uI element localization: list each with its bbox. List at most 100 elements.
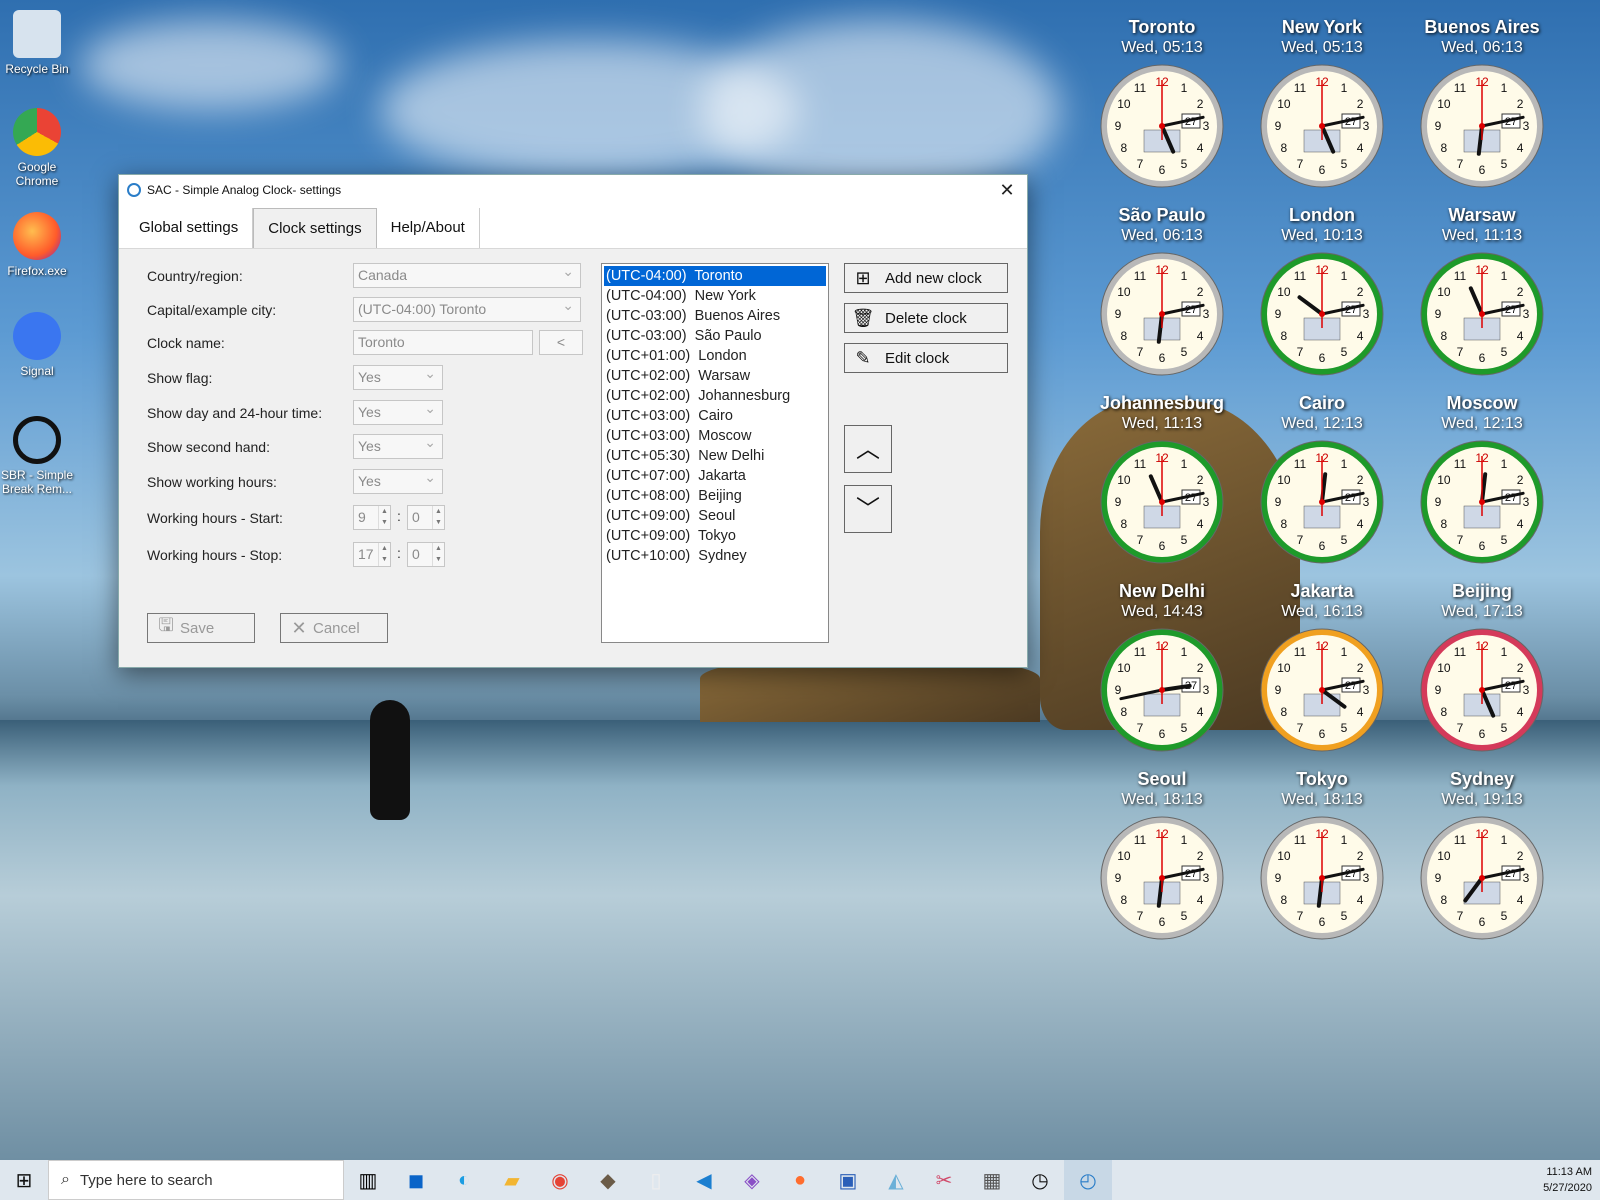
clock-list-item[interactable]: (UTC-03:00) São Paulo [604, 326, 826, 346]
stop-row: Working hours - Stop: [147, 542, 353, 568]
world-clock[interactable]: Seoul Wed, 18:13 1 2 3 4 5 6 7 8 9 10 11 12 27 [1092, 768, 1232, 942]
save-label: Save [180, 619, 215, 637]
move-up-button[interactable]: ︿ [844, 425, 892, 473]
svg-text:8: 8 [1441, 517, 1448, 531]
clock-list-item[interactable]: (UTC+10:00) Sydney [604, 546, 826, 566]
vscode-icon[interactable]: ◀ [680, 1160, 728, 1200]
clock-list-item[interactable]: (UTC+08:00) Beijing [604, 486, 826, 506]
capital-label: Capital/example city: [147, 302, 277, 318]
world-clock[interactable]: Beijing Wed, 17:13 1 2 3 4 5 6 7 8 9 10 11 12 27 [1412, 580, 1552, 754]
stop-minute-stepper[interactable]: 0 ▲ ▼ [407, 542, 445, 567]
world-clock[interactable]: Johannesburg Wed, 11:13 1 2 3 4 5 6 7 8 9 10 11 12 2… [1092, 392, 1232, 566]
delete-clock-button[interactable]: 🗑 Delete clock [844, 303, 1008, 333]
edit-clock-button[interactable]: ✎ Edit clock [844, 343, 1008, 373]
stepper-arrows-icon[interactable]: ▲ ▼ [378, 543, 390, 566]
svg-text:6: 6 [1319, 539, 1326, 553]
file-explorer-icon[interactable]: ▰ [488, 1160, 536, 1200]
save-disk-icon[interactable]: ▣ [824, 1160, 872, 1200]
gimp-icon[interactable]: ◆ [584, 1160, 632, 1200]
clock-app-icon[interactable]: ◴ [1064, 1160, 1112, 1200]
edge-icon[interactable]: ◐ [440, 1160, 488, 1200]
clock-list[interactable]: (UTC-04:00) Toronto (UTC-04:00) New York(… [601, 263, 829, 643]
clock-list-item[interactable]: (UTC+07:00) Jakarta [604, 466, 826, 486]
world-clock[interactable]: New York Wed, 05:13 1 2 3 4 5 6 7 8 9 10 11 12 27 [1252, 16, 1392, 190]
world-clock[interactable]: Warsaw Wed, 11:13 1 2 3 4 5 6 7 8 9 10 11 12 27 [1412, 204, 1552, 378]
tab-help-about[interactable]: Help/About [377, 208, 480, 248]
clock-list-item[interactable]: (UTC-04:00) Toronto [604, 266, 826, 286]
analog-clock-face: 123456789101112 27 [1420, 64, 1544, 188]
desktop-icon-chrome[interactable]: Google Chrome [0, 108, 74, 188]
outlook-icon[interactable]: ◼ [392, 1160, 440, 1200]
svg-text:5: 5 [1501, 721, 1508, 735]
clock-list-item[interactable]: (UTC+01:00) London [604, 346, 826, 366]
visual-studio-icon[interactable]: ◈ [728, 1160, 776, 1200]
stop-hour-stepper[interactable]: 17 ▲ ▼ [353, 542, 391, 567]
close-button[interactable]: ✕ [987, 180, 1027, 201]
start-hour-stepper[interactable]: 9 ▲ ▼ [353, 505, 391, 530]
svg-text:11: 11 [1454, 645, 1467, 659]
clock-city: Cairo [1298, 393, 1345, 413]
stepper-arrows-icon[interactable]: ▲ ▼ [432, 543, 444, 566]
country-select[interactable]: Canada [353, 260, 581, 288]
show-flag-select[interactable]: Yes [353, 362, 443, 390]
show-second-select[interactable]: Yes [353, 431, 443, 459]
calculator-icon[interactable]: ▦ [968, 1160, 1016, 1200]
svg-text:2: 2 [1197, 473, 1204, 487]
svg-text:1: 1 [1341, 645, 1348, 659]
stepper-arrows-icon[interactable]: ▲ ▼ [432, 506, 444, 529]
clock-day-time: Wed, 19:13 [1441, 791, 1523, 808]
svg-text:7: 7 [1137, 345, 1144, 359]
clock-list-item[interactable]: (UTC-04:00) New York [604, 286, 826, 306]
svg-text:5: 5 [1341, 157, 1348, 171]
add-new-clock-button[interactable]: ⊞ Add new clock [844, 263, 1008, 293]
search-box[interactable]: ⌕ Type here to search [48, 1160, 344, 1200]
start-minute-stepper[interactable]: 0 ▲ ▼ [407, 505, 445, 530]
world-clock[interactable]: Jakarta Wed, 16:13 1 2 3 4 5 6 7 8 9 10 11 12 27 [1252, 580, 1392, 754]
world-clock[interactable]: Toronto Wed, 05:13 1 2 3 4 5 6 7 8 9 10 11 12 27 [1092, 16, 1232, 190]
tab-clock-settings[interactable]: Clock settings [253, 208, 377, 248]
clock-list-item[interactable]: (UTC-03:00) Buenos Aires [604, 306, 826, 326]
desktop-icon-sbr[interactable]: SBR - Simple Break Rem... [0, 416, 74, 496]
world-clock[interactable]: Moscow Wed, 12:13 1 2 3 4 5 6 7 8 9 10 11 12 27 [1412, 392, 1552, 566]
stepper-arrows-icon[interactable]: ▲ ▼ [378, 506, 390, 529]
desktop-icon-firefox[interactable]: Firefox.exe [0, 212, 74, 278]
system-clock[interactable]: 11:13 AM 5/27/2020 [1543, 1164, 1600, 1196]
x-icon: ✕ [291, 617, 307, 638]
show-working-select[interactable]: Yes [353, 466, 443, 494]
world-clock[interactable]: Sydney Wed, 19:13 1 2 3 4 5 6 7 8 9 10 11 12 27 [1412, 768, 1552, 942]
world-clock[interactable]: Cairo Wed, 12:13 1 2 3 4 5 6 7 8 9 10 11 12 27 [1252, 392, 1392, 566]
save-button[interactable]: 🖫 Save [147, 613, 255, 643]
world-clock[interactable]: Buenos Aires Wed, 06:13 1 2 3 4 5 6 7 8 9 10 11 12 2… [1412, 16, 1552, 190]
clock-name-input[interactable]: Toronto [353, 330, 533, 355]
world-clock[interactable]: London Wed, 10:13 1 2 3 4 5 6 7 8 9 10 11 12 27 [1252, 204, 1392, 378]
desktop-icon-recycle-bin[interactable]: Recycle Bin [0, 10, 74, 76]
clock-list-item[interactable]: (UTC+09:00) Seoul [604, 506, 826, 526]
cancel-button[interactable]: ✕ Cancel [280, 613, 388, 643]
svg-text:4: 4 [1197, 141, 1204, 155]
clock-list-item[interactable]: (UTC+02:00) Warsaw [604, 366, 826, 386]
world-clock[interactable]: New DelhiWed, 14:43 123456789101112 27 [1092, 580, 1232, 754]
firefox-icon[interactable]: ● [776, 1160, 824, 1200]
start-row: Working hours - Start: [147, 505, 353, 531]
search-placeholder: Type here to search [79, 1171, 213, 1189]
snipping-icon[interactable]: ✂ [920, 1160, 968, 1200]
tab-global-settings[interactable]: Global settings [125, 208, 254, 248]
start-button[interactable]: ⊞ [0, 1160, 48, 1200]
world-clock[interactable]: Tokyo Wed, 18:13 1 2 3 4 5 6 7 8 9 10 11 12 27 [1252, 768, 1392, 942]
chrome-icon[interactable]: ◉ [536, 1160, 584, 1200]
name-fill-button[interactable]: < [539, 330, 583, 355]
stopwatch-icon[interactable]: ◷ [1016, 1160, 1064, 1200]
clock-list-item[interactable]: (UTC+02:00) Johannesburg [604, 386, 826, 406]
paint-icon[interactable]: ◭ [872, 1160, 920, 1200]
capital-select[interactable]: (UTC-04:00) Toronto [353, 294, 581, 322]
clock-list-item[interactable]: (UTC+09:00) Tokyo [604, 526, 826, 546]
clock-list-item[interactable]: (UTC+03:00) Moscow [604, 426, 826, 446]
world-clock[interactable]: São Paulo Wed, 06:13 1 2 3 4 5 6 7 8 9 10 11 12 27 [1092, 204, 1232, 378]
move-down-button[interactable]: ﹀ [844, 485, 892, 533]
clock-list-item[interactable]: (UTC+03:00) Cairo [604, 406, 826, 426]
clock-list-item[interactable]: (UTC+05:30) New Delhi [604, 446, 826, 466]
desktop-icon-signal[interactable]: Signal [0, 312, 74, 378]
notepad-icon[interactable]: ▯ [632, 1160, 680, 1200]
task-view-icon[interactable]: ▥ [344, 1160, 392, 1200]
show-day-select[interactable]: Yes [353, 397, 443, 425]
